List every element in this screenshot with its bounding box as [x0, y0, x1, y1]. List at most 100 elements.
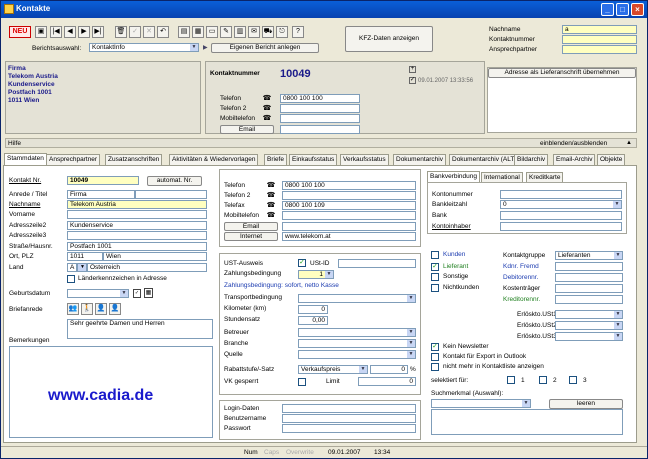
berichtsauswahl-select[interactable]: KontaktInfo ▼ — [89, 43, 199, 52]
bank-field[interactable] — [500, 211, 622, 220]
newsletter-checkbox[interactable]: ✓ — [431, 343, 439, 351]
telefon2-field[interactable] — [282, 191, 416, 200]
email-button[interactable]: Email — [224, 222, 278, 231]
tab-bankverbindung[interactable]: Bankverbindung — [427, 171, 480, 182]
phone-icon[interactable]: ☎ — [262, 104, 272, 113]
header-mobil-field[interactable] — [280, 114, 360, 123]
kfz-daten-button[interactable]: KFZ-Daten anzeigen — [345, 26, 433, 52]
kontakt-nr-field[interactable]: 10049 — [67, 176, 139, 185]
checkbox-icon[interactable]: ✓ — [409, 77, 416, 84]
phone-icon[interactable]: ☎ — [262, 94, 272, 103]
phone-icon[interactable]: ☎ — [262, 114, 272, 123]
tab-briefe[interactable]: Briefe — [264, 154, 287, 165]
new-button[interactable]: NEU — [9, 26, 31, 38]
rabatt-pct-field[interactable]: 0 — [370, 365, 408, 374]
ust-id-field[interactable] — [338, 259, 416, 268]
tab-ansprechpartner[interactable]: Ansprechpartner — [46, 154, 101, 165]
minimize-button[interactable]: _ — [601, 3, 614, 16]
bankleitzahl-select[interactable]: 0 ▼ — [500, 200, 622, 209]
check-icon[interactable]: ✓ — [129, 26, 141, 38]
exit-icon[interactable]: ⎋ — [276, 26, 288, 38]
tab-aktivitäten-wiedervorlagen[interactable]: Aktivitäten & Wiedervorlagen — [169, 154, 259, 165]
person-icon[interactable]: 👥 — [67, 303, 79, 315]
tab-kreditkarte[interactable]: Kreditkarte — [526, 172, 564, 182]
nachname-field[interactable]: Telekom Austria — [67, 200, 207, 209]
telefon-field[interactable]: 0800 100 100 — [282, 181, 416, 190]
kontonummer-field[interactable] — [500, 190, 622, 199]
anrede-field[interactable]: Firma — [67, 190, 135, 199]
lieferant-checkbox[interactable]: ✓ — [431, 263, 439, 271]
person-icon[interactable]: 👤 — [109, 303, 121, 315]
geburtsdatum-field[interactable]: ▼ — [67, 289, 129, 298]
selektiert-3-checkbox[interactable] — [569, 376, 577, 384]
car-icon[interactable]: ⛟ — [262, 26, 274, 38]
stundensatz-field[interactable]: 0,00 — [298, 316, 328, 325]
selektiert-1-checkbox[interactable] — [507, 376, 515, 384]
tab-verkaufsstatus[interactable]: Verkaufsstatus — [340, 154, 389, 165]
limit-field[interactable]: 0 — [358, 377, 416, 386]
quelle-select[interactable]: ▼ — [298, 350, 416, 359]
rabatt-select[interactable]: Verkaufspreis ▼ — [298, 365, 368, 374]
selektiert-2-checkbox[interactable] — [539, 376, 547, 384]
header-email-button[interactable]: Email — [220, 125, 274, 134]
vorname-field[interactable] — [67, 210, 207, 219]
suchmerkmal-list[interactable] — [431, 409, 623, 435]
eigener-bericht-button[interactable]: Eigenen Bericht anlegen — [211, 43, 319, 53]
next-record-icon[interactable]: ▶ — [78, 26, 90, 38]
save-icon[interactable]: ▦ — [192, 26, 204, 38]
mobil-field[interactable] — [282, 211, 416, 220]
nicht-mehr-checkbox[interactable] — [431, 363, 439, 371]
ust-checkbox[interactable]: ✓ — [298, 259, 306, 267]
lieferanschrift-button[interactable]: Adresse als Lieferanschrift übernehmen — [488, 68, 636, 78]
nichtkunden-checkbox[interactable] — [431, 284, 439, 292]
hilfe-toggle-link[interactable]: einblenden/ausblenden — [540, 140, 607, 147]
erloes1-select[interactable]: ▼ — [555, 310, 623, 319]
kontoinhaber-field[interactable] — [500, 222, 622, 231]
tab-objekte[interactable]: Objekte — [597, 154, 626, 165]
previous-record-icon[interactable]: ◀ — [64, 26, 76, 38]
print-icon[interactable]: ▣ — [35, 26, 47, 38]
header-telefon-field[interactable]: 0800 100 100 — [280, 94, 360, 103]
automat-nr-button[interactable]: automat. Nr. — [147, 176, 202, 186]
tab-international[interactable]: International — [481, 172, 523, 182]
help-icon[interactable]: ? — [292, 26, 304, 38]
maximize-button[interactable]: □ — [616, 3, 629, 16]
chevron-down-icon[interactable]: ▼ — [77, 263, 87, 272]
benutzer-field[interactable] — [282, 414, 416, 423]
phone-icon[interactable]: ☎ — [266, 191, 276, 200]
ansprechpartner-search-input[interactable] — [562, 45, 637, 54]
plz-field[interactable]: 1011 — [67, 252, 103, 261]
briefanrede-field[interactable]: Sehr geehrte Damen und Herren — [67, 319, 213, 339]
tab-email-archiv[interactable]: Email-Archiv — [553, 154, 596, 165]
adresszeile2-field[interactable]: Kundenservice — [67, 221, 207, 230]
kunden-checkbox[interactable] — [431, 251, 439, 259]
debitoren-field[interactable] — [555, 273, 623, 282]
header-telefon2-field[interactable] — [280, 104, 360, 113]
close-button[interactable]: × — [631, 3, 644, 16]
phone-icon[interactable]: ☎ — [266, 211, 276, 220]
header-email-field[interactable] — [280, 125, 360, 134]
report-icon[interactable]: ▤ — [178, 26, 190, 38]
kontaktgruppe-select[interactable]: Lieferanten ▼ — [555, 251, 623, 260]
nachname-search-input[interactable]: a — [562, 25, 637, 34]
first-record-icon[interactable]: |◀ — [50, 26, 62, 38]
land-field[interactable]: Österreich — [87, 263, 207, 272]
transport-select[interactable]: ▼ — [298, 294, 416, 303]
zahlungsbedingung-select[interactable]: 1 ▼ — [298, 270, 334, 279]
checkbox-icon[interactable]: ✓ — [133, 289, 141, 298]
undo-icon[interactable]: ↶ — [157, 26, 169, 38]
calendar-icon[interactable]: ▦ — [144, 288, 153, 298]
kostentraeger-field[interactable] — [555, 284, 623, 293]
suchmerkmal-select[interactable]: ▼ — [431, 399, 531, 408]
tab-stammdaten[interactable]: Stammdaten — [4, 153, 47, 165]
tab-einkaufsstatus[interactable]: Einkaufsstatus — [289, 154, 338, 165]
titel-field[interactable] — [135, 190, 207, 199]
branche-select[interactable]: ▼ — [298, 339, 416, 348]
strasse-field[interactable]: Postfach 1001 — [67, 242, 207, 251]
betreuer-select[interactable]: ▼ — [298, 328, 416, 337]
laenderkennzeichen-checkbox[interactable] — [67, 275, 75, 283]
person-icon[interactable]: 🚶 — [81, 303, 93, 315]
login-field[interactable] — [282, 404, 416, 413]
tab-dokumentarchiv-alt-[interactable]: Dokumentarchiv (ALT) — [449, 154, 520, 165]
person-icon[interactable]: 👤 — [95, 303, 107, 315]
